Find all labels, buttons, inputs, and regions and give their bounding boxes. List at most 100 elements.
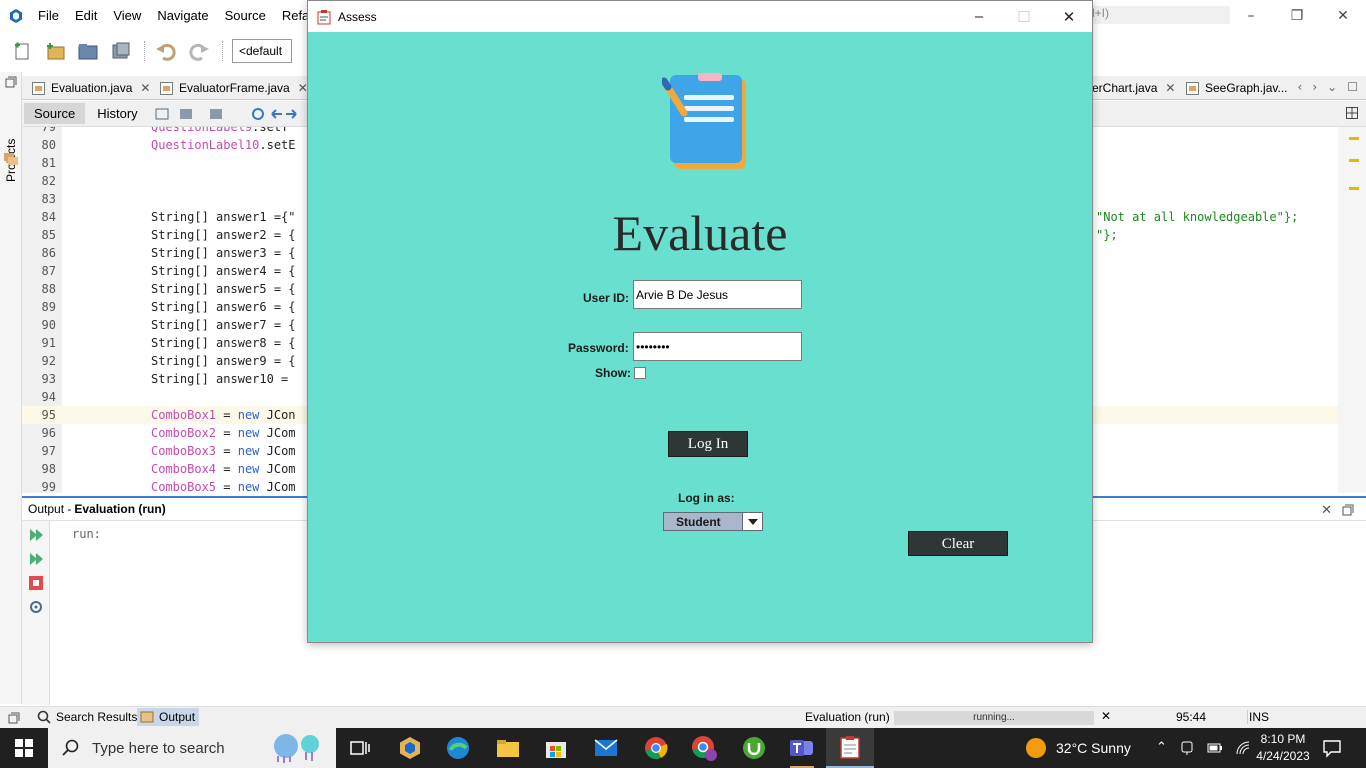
taskbar-app-teams[interactable] [778, 728, 826, 768]
wifi-icon[interactable] [1235, 740, 1251, 756]
taskbar-app-netbeans[interactable] [386, 728, 434, 768]
meet-now-icon[interactable] [1179, 740, 1195, 756]
rerun-with-params-icon[interactable] [28, 551, 44, 567]
password-field[interactable]: •••••••• [633, 332, 802, 361]
menu-view[interactable]: View [113, 8, 141, 23]
close-output-icon[interactable]: ✕ [1321, 502, 1332, 518]
assess-dialog: Assess – ☐ ✕ Evaluate User ID: Arvie B D… [307, 0, 1093, 643]
new-project-icon[interactable] [43, 40, 67, 62]
editor-scrollbar[interactable] [1338, 127, 1366, 493]
system-tray: ⌃ [1156, 740, 1251, 756]
redo-icon[interactable] [187, 40, 211, 62]
taskbar-app-utorrent[interactable] [730, 728, 778, 768]
maximize-editor-icon[interactable]: ☐ [1347, 80, 1358, 94]
login-button[interactable]: Log In [668, 431, 748, 457]
notifications-icon[interactable] [1322, 738, 1342, 758]
ide-minimize-button[interactable]: – [1228, 0, 1274, 31]
taskbar-app-mail[interactable] [582, 728, 630, 768]
tab-seegraph-java[interactable]: SeeGraph.jav... [1180, 76, 1294, 100]
restore-window-icon[interactable] [8, 712, 20, 724]
dialog-minimize-button[interactable]: – [956, 1, 1002, 32]
error-stripe-mark[interactable] [1349, 159, 1359, 162]
java-file-icon [1186, 81, 1199, 95]
close-tab-icon[interactable]: ✕ [140, 81, 150, 95]
close-tab-icon[interactable]: ✕ [1165, 81, 1175, 95]
line-number: 86 [41, 246, 56, 260]
open-project-icon[interactable] [76, 40, 100, 62]
teams-icon [790, 740, 813, 756]
code-text: QuestionLabel10.setE [151, 138, 296, 152]
output-title: Evaluation (run) [74, 502, 166, 516]
split-editor-icon[interactable] [1346, 107, 1358, 119]
menu-navigate[interactable]: Navigate [157, 8, 208, 23]
settings-gear-icon[interactable] [28, 599, 44, 615]
code-text: QuestionLabel9.setT [151, 127, 289, 134]
menu-source[interactable]: Source [225, 8, 266, 23]
edge-browser-icon [447, 737, 469, 759]
line-number: 98 [41, 462, 56, 476]
restore-window-icon[interactable] [5, 76, 17, 88]
menu-file[interactable]: File [38, 8, 59, 23]
battery-icon[interactable] [1207, 740, 1223, 756]
dialog-close-button[interactable]: ✕ [1046, 1, 1092, 32]
ide-close-button[interactable]: ✕ [1320, 0, 1366, 31]
code-text: String[] answer9 = { [151, 354, 296, 368]
error-stripe-mark[interactable] [1349, 137, 1359, 140]
line-number: 93 [41, 372, 56, 386]
error-stripe-mark[interactable] [1349, 187, 1359, 190]
projects-icon[interactable] [3, 150, 19, 166]
scroll-tabs-right-icon[interactable]: › [1312, 80, 1317, 94]
task-view-button[interactable] [336, 728, 384, 768]
search-results-tab[interactable]: Search Results [56, 710, 137, 724]
page-title: Evaluate [612, 205, 788, 261]
taskbar-app-file-explorer[interactable] [484, 728, 532, 768]
start-button[interactable] [0, 728, 48, 768]
rerun-icon[interactable] [28, 527, 44, 543]
folder-icon [497, 740, 519, 757]
taskbar-search-placeholder: Type here to search [92, 739, 225, 757]
output-icon [140, 711, 154, 723]
taskbar-app-chrome[interactable] [632, 728, 680, 768]
undo-icon[interactable] [154, 40, 178, 62]
role-select[interactable]: Student [663, 512, 763, 531]
clear-button[interactable]: Clear [908, 531, 1008, 556]
tab-chart-java[interactable]: erChart.java ✕ [1086, 76, 1181, 100]
tab-evaluation-java[interactable]: Evaluation.java ✕ [26, 76, 156, 100]
ide-restore-button[interactable]: ❐ [1274, 0, 1320, 31]
line-number: 94 [41, 390, 56, 404]
new-file-icon[interactable] [10, 40, 34, 62]
chevron-up-icon[interactable]: ⌃ [1156, 740, 1167, 756]
configuration-combo[interactable]: <default [232, 39, 292, 63]
scroll-tabs-left-icon[interactable]: ‹ [1298, 80, 1303, 94]
system-clock[interactable]: 8:10 PM 4/24/2023 [1252, 731, 1314, 765]
stop-icon[interactable] [28, 575, 44, 591]
line-number: 83 [41, 192, 56, 206]
history-view-tab[interactable]: History [87, 103, 147, 124]
tab-evaluatorframe-java[interactable]: EvaluatorFrame.java ✕ [154, 76, 314, 100]
editor-tools-icons[interactable] [154, 106, 304, 122]
weather-widget[interactable]: 32°C Sunny [1026, 738, 1131, 758]
caret-position: 95:44 [1176, 710, 1207, 724]
code-text: String[] answer5 = { [151, 282, 296, 296]
taskbar-app-edge[interactable] [434, 728, 482, 768]
taskbar-app-store[interactable] [532, 728, 580, 768]
taskbar-app-assess[interactable] [826, 728, 874, 768]
source-view-tab[interactable]: Source [24, 103, 86, 124]
menu-edit[interactable]: Edit [75, 8, 97, 23]
toolbar-separator [222, 41, 223, 61]
tab-label: Evaluation.java [51, 81, 133, 95]
save-all-icon[interactable] [109, 40, 133, 62]
cancel-task-icon[interactable]: ✕ [1101, 709, 1111, 723]
ide-search-input[interactable]: rl+I) [1086, 6, 1230, 24]
taskbar-app-chrome-profile[interactable] [680, 728, 728, 768]
chrome-profile-icon [692, 736, 717, 761]
user-id-field[interactable]: Arvie B De Jesus [633, 280, 802, 309]
output-tab[interactable]: Output [137, 708, 200, 726]
show-password-checkbox[interactable] [634, 367, 646, 379]
restore-output-icon[interactable] [1342, 504, 1354, 516]
taskbar-search-box[interactable]: Type here to search [48, 728, 336, 768]
line-number: 99 [41, 480, 56, 493]
tab-list-chevron-down-icon[interactable]: ⌄ [1327, 80, 1337, 94]
chevron-down-icon[interactable] [742, 513, 762, 530]
code-text: String[] answer10 = [151, 372, 296, 386]
